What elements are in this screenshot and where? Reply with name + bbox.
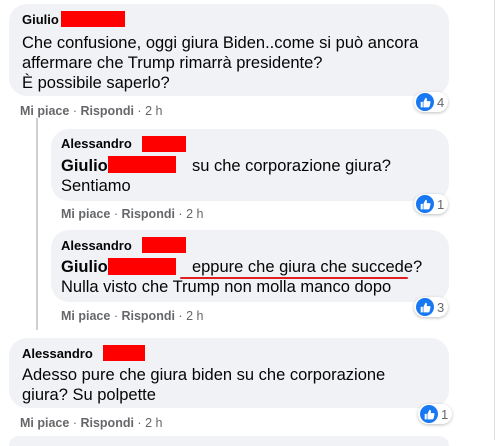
thread-connector (36, 118, 38, 330)
user-mention[interactable]: Giulio (61, 258, 108, 276)
comment-text-line: È possibile saperlo? (22, 74, 170, 92)
reply-link[interactable]: Rispondi (80, 104, 133, 118)
comment-time[interactable]: 2 h (186, 309, 203, 323)
comment-time[interactable]: 2 h (145, 104, 162, 118)
comment-author[interactable]: Alessandro (22, 346, 93, 361)
reaction-count[interactable]: 4 (414, 92, 449, 112)
reply-link[interactable]: Rispondi (80, 416, 133, 430)
comment-text-line: giura? Su polpette (22, 386, 156, 404)
like-icon (420, 405, 438, 423)
user-mention[interactable]: Giulio (61, 157, 108, 175)
reply-link[interactable]: Rispondi (121, 207, 174, 221)
redacted-surname (108, 258, 176, 275)
reaction-count[interactable]: 1 (418, 404, 453, 424)
reaction-number: 4 (437, 94, 445, 110)
comment-time[interactable]: 2 h (145, 416, 162, 430)
reaction-number: 3 (437, 299, 445, 315)
redacted-surname (142, 136, 186, 152)
comment-author[interactable]: Giulio (22, 12, 59, 27)
next-comment-bubble (9, 436, 449, 446)
reaction-number: 1 (437, 196, 445, 212)
reaction-count[interactable]: 1 (414, 194, 449, 214)
reply-link[interactable]: Rispondi (121, 309, 174, 323)
like-link[interactable]: Mi piace (61, 207, 110, 221)
reaction-number: 1 (441, 406, 449, 422)
redacted-surname (103, 345, 145, 361)
comment-actions: Mi piace · Rispondi · 2 h (20, 104, 163, 118)
redacted-surname (142, 237, 186, 253)
comment-text-line: Che confusione, oggi giura Biden..come s… (22, 34, 419, 52)
like-link[interactable]: Mi piace (20, 104, 69, 118)
reaction-count[interactable]: 3 (414, 297, 449, 317)
redacted-surname (108, 156, 176, 173)
comment-text-line: Sentiamo (61, 177, 131, 195)
like-icon (416, 93, 434, 111)
comment-actions: Mi piace · Rispondi · 2 h (20, 416, 163, 430)
like-link[interactable]: Mi piace (20, 416, 69, 430)
like-icon (416, 195, 434, 213)
redacted-surname (61, 11, 125, 27)
comment-actions: Mi piace · Rispondi · 2 h (61, 207, 204, 221)
right-edge-divider (494, 0, 495, 440)
comment-author[interactable]: Alessandro (61, 238, 132, 253)
like-link[interactable]: Mi piace (61, 309, 110, 323)
comment-text-line: Nulla visto che Trump non molla manco do… (61, 278, 392, 296)
comment-text-line: Adesso pure che giura biden su che corpo… (22, 366, 386, 384)
comment-author[interactable]: Alessandro (61, 136, 132, 151)
like-icon (416, 298, 434, 316)
comment-actions: Mi piace · Rispondi · 2 h (61, 309, 204, 323)
comment-time[interactable]: 2 h (186, 207, 203, 221)
comment-text-line: affermare che Trump rimarrà presidente? (22, 54, 323, 72)
